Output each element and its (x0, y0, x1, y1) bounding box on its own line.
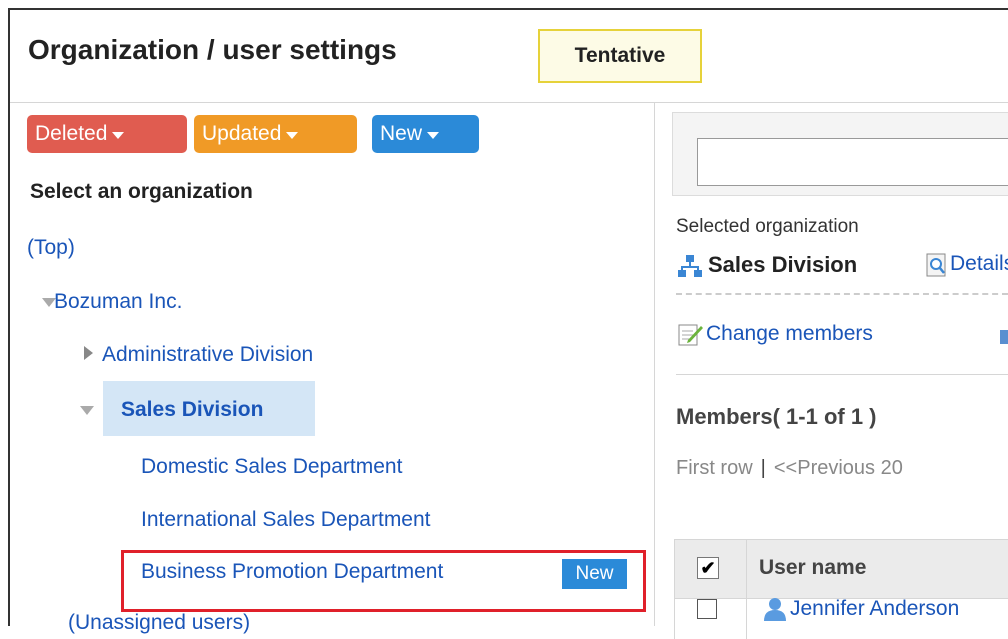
user-icon[interactable] (1000, 330, 1008, 344)
details-link[interactable]: Details (950, 252, 1008, 276)
members-title: Members( 1-1 of 1 ) (676, 404, 877, 429)
page-title: Organization / user settings (28, 34, 397, 65)
tentative-badge: Tentative (538, 29, 702, 83)
deleted-filter-label: Deleted (35, 122, 108, 145)
tree-item-bozuman[interactable]: Bozuman Inc. (54, 290, 182, 314)
updated-filter-label: Updated (202, 122, 282, 145)
section-divider (676, 374, 1008, 375)
main-window: Organization / user settings Tentative (8, 8, 1008, 626)
selected-org-name: Sales Division (708, 252, 858, 277)
select-all-checkbox[interactable]: ✔ (697, 557, 719, 579)
user-icon (764, 598, 786, 621)
edit-icon[interactable] (678, 322, 704, 346)
tree-item-sales-division[interactable]: Sales Division (121, 398, 263, 422)
expand-icon[interactable] (84, 346, 93, 360)
tree-item-top[interactable]: (Top) (27, 236, 75, 260)
select-organization-heading: Select an organization (30, 180, 253, 203)
change-members-link[interactable]: Change members (706, 322, 873, 346)
organization-icon (678, 255, 702, 277)
magnifier-document-icon[interactable] (926, 253, 948, 277)
previous-link[interactable]: <<Previous 20 (774, 457, 903, 479)
new-tag-badge: New (562, 559, 627, 589)
deleted-filter-button[interactable]: Deleted (27, 115, 187, 153)
row-check-cell (675, 599, 747, 639)
header-check-cell: ✔ (675, 540, 747, 598)
tree-item-unassigned[interactable]: (Unassigned users) (68, 611, 250, 635)
tree-item-business-promotion[interactable]: Business Promotion Department (141, 560, 443, 584)
collapse-icon[interactable] (80, 406, 94, 415)
tree-item-administrative-division[interactable]: Administrative Division (102, 343, 313, 367)
new-filter-button[interactable]: New (372, 115, 479, 153)
tree-item-domestic-sales[interactable]: Domestic Sales Department (141, 455, 402, 479)
column-divider (654, 103, 655, 626)
updated-filter-button[interactable]: Updated (194, 115, 357, 153)
search-input[interactable] (697, 138, 1008, 186)
chevron-down-icon (286, 131, 299, 139)
chevron-down-icon (427, 131, 440, 139)
pager-separator: | (760, 457, 766, 479)
user-name-link[interactable]: Jennifer Anderson (790, 597, 959, 621)
new-filter-label: New (380, 122, 423, 145)
row-checkbox[interactable] (697, 599, 717, 619)
header-divider (10, 102, 1008, 103)
tree-item-international-sales[interactable]: International Sales Department (141, 508, 431, 532)
chevron-down-icon (112, 131, 125, 139)
column-header-username[interactable]: User name (759, 556, 866, 580)
pager: First row | <<Previous 20 (676, 457, 903, 480)
members-table-header: ✔ User name (674, 539, 1008, 599)
selected-org-label: Selected organization (676, 216, 859, 237)
first-row-link[interactable]: First row (676, 457, 753, 479)
dashed-divider (676, 293, 1008, 295)
